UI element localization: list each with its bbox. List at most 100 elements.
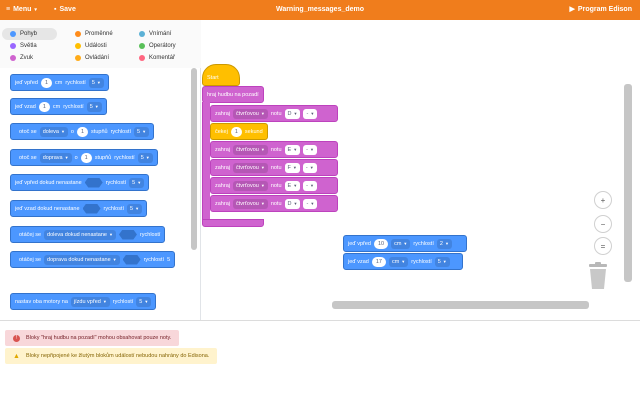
distance-input[interactable]: 1 [40,77,53,88]
note-dropdown[interactable]: E ▼ [284,180,301,191]
category-label: Světla [20,43,37,49]
palette-block-drive-forward[interactable]: jeď vpřed 1 cm rychlostí 5 ▼ [10,74,109,91]
category-pohyb[interactable]: Pohyb [2,28,58,40]
zoom-in-button[interactable]: + [594,191,612,209]
note-dropdown[interactable]: D ▼ [284,108,301,119]
start-event-block[interactable]: Start [202,64,240,86]
category-vnimani[interactable]: Vnímání [139,28,171,40]
speed-dropdown[interactable]: 5 ▼ [434,256,450,267]
palette-block-turn-right[interactable]: otoč se doprava ▼ o 1 stupňů rychlostí 5 ▼ [10,149,158,166]
condition-slot[interactable] [122,254,141,265]
unit-label: stupňů [91,128,108,135]
trash-icon[interactable] [587,262,609,290]
speed-dropdown[interactable]: 5 ▼ [127,203,143,214]
palette-block-backward-until[interactable]: jeď vzad dokud nenastane rychlostí 5 ▼ [10,200,148,217]
octave-dropdown[interactable]: - ▼ [303,180,317,191]
octave-dropdown[interactable]: - ▼ [303,198,318,209]
octave-dropdown[interactable]: - ▼ [303,144,317,155]
palette-block-spin-right-until[interactable]: otáčej se doprava dokud nenastane ▼ rychl… [10,251,176,268]
chevron-down-icon: ▼ [442,258,447,264]
category-ovladani[interactable]: Ovládání [75,52,109,64]
chevron-down-icon: ▼ [94,103,99,109]
category-zvuk[interactable]: Zvuk [10,52,33,64]
direction-dropdown[interactable]: doprava dokud nenastane ▼ [44,254,120,265]
octave-dropdown[interactable]: - ▼ [303,108,318,119]
condition-slot[interactable] [118,229,137,240]
play-note-block[interactable]: zahraj čtvrťovou ▼ notu E ▼ - ▼ [210,177,338,194]
category-dot-icon [139,31,145,37]
distance-input[interactable]: 17 [371,256,386,267]
play-note-block[interactable]: zahraj čtvrťovou ▼ notu F ▼ - ▼ [210,159,338,176]
note-length-dropdown[interactable]: čtvrťovou ▼ [232,144,268,155]
wait-block[interactable]: čekej 1 sekund [210,123,268,140]
palette-block-forward-until[interactable]: jeď vpřed dokud nenastane rychlostí 5 ▼ [10,174,150,191]
block-text: otoč se [19,128,37,135]
direction-dropdown[interactable]: doleva ▼ [39,126,68,137]
category-promenne[interactable]: Proměnné [75,28,113,40]
note-length-dropdown[interactable]: čtvrťovou ▼ [232,180,268,191]
block-palette: Pohyb Proměnné Vnímání Světla Události O… [0,20,201,320]
block-text: otáčej se [19,256,42,263]
play-note-block[interactable]: zahraj čtvrťovou ▼ notu D ▼ - ▼ [210,105,338,122]
palette-block-set-motors[interactable]: nastav oba motory na jízdu vpřed ▼ rychlo… [10,293,157,310]
speed-dropdown[interactable]: 5 ▼ [88,77,104,88]
background-music-block[interactable]: hraj hudbu na pozadí [202,86,264,103]
play-note-block[interactable]: zahraj čtvrťovou ▼ notu E ▼ - ▼ [210,141,338,158]
unit-dropdown[interactable]: cm ▼ [391,238,411,249]
note-dropdown[interactable]: D ▼ [284,198,301,209]
angle-input[interactable]: 1 [80,152,92,163]
category-operatory[interactable]: Operátory [139,40,176,52]
zoom-out-button[interactable]: − [594,215,612,233]
note-dropdown[interactable]: E ▼ [284,144,301,155]
canvas-horizontal-scrollbar[interactable] [332,301,589,309]
distance-input[interactable]: 10 [373,238,389,249]
note-length-dropdown[interactable]: čtvrťovou ▼ [232,108,268,119]
note-dropdown[interactable]: F ▼ [284,162,300,173]
condition-slot[interactable] [82,203,101,214]
unit-dropdown[interactable]: cm ▼ [388,256,409,267]
loose-block-drive-forward[interactable]: jeď vpřed 10 cm ▼ rychlostí 2 ▼ [343,235,467,252]
octave-dropdown[interactable]: - ▼ [302,162,317,173]
direction-value: doleva dokud nenastane [47,231,107,238]
canvas-vertical-scrollbar[interactable] [624,84,632,282]
speed-dropdown[interactable]: 5 ▼ [137,152,153,163]
wait-seconds-input[interactable]: 1 [230,126,242,137]
block-text: notu [270,110,282,117]
script-canvas[interactable]: Start hraj hudbu na pozadí zahraj čtvrťo… [201,20,640,320]
category-dot-icon [10,55,16,61]
direction-dropdown[interactable]: doprava ▼ [39,152,72,163]
loose-block-drive-backward[interactable]: jeď vzad 17 cm ▼ rychlostí 5 ▼ [343,253,463,270]
category-label: Proměnné [85,31,113,37]
distance-input[interactable]: 1 [38,101,50,112]
category-dot-icon [10,43,16,49]
chevron-down-icon: ▼ [60,128,65,134]
chevron-down-icon: ▼ [309,164,314,170]
palette-block-turn-left[interactable]: otoč se doleva ▼ o 1 stupňů rychlostí 5 ▼ [10,123,155,140]
speed-label: rychlostí [411,258,432,265]
direction-dropdown[interactable]: doleva dokud nenastane ▼ [44,229,116,240]
category-svetla[interactable]: Světla [10,40,37,52]
zoom-in-icon: + [600,195,606,205]
chevron-down-icon: ▼ [260,200,265,206]
palette-block-drive-backward[interactable]: jeď vzad 1 cm rychlostí 5 ▼ [10,98,107,115]
note-length-dropdown[interactable]: čtvrťovou ▼ [232,198,268,209]
program-edison-button[interactable]: ▶ Program Edison [570,0,632,20]
angle-input[interactable]: 1 [76,126,89,137]
condition-slot[interactable] [84,177,103,188]
category-udalosti[interactable]: Události [75,40,107,52]
speed-dropdown[interactable]: 5 ▼ [134,126,150,137]
play-note-block[interactable]: zahraj čtvrťovou ▼ notu D ▼ - ▼ [210,195,338,212]
speed-dropdown[interactable]: 5 ▼ [129,177,145,188]
category-komentar[interactable]: Komentář [139,52,175,64]
motor-mode-dropdown[interactable]: jízdu vpřed ▼ [70,296,110,307]
speed-dropdown[interactable]: 5 ▼ [86,101,102,112]
speed-dropdown[interactable]: 2 ▼ [436,238,452,249]
category-label: Vnímání [149,31,172,37]
warning-icon: ▲ [13,352,20,360]
speed-dropdown[interactable]: 5 ▼ [136,296,152,307]
direction-value: doleva [42,128,59,135]
zoom-reset-button[interactable]: = [594,237,612,255]
palette-scrollbar[interactable] [191,68,197,250]
palette-block-spin-left-until[interactable]: otáčej se doleva dokud nenastane ▼ rychlo… [10,226,166,243]
note-length-dropdown[interactable]: čtvrťovou ▼ [232,162,268,173]
